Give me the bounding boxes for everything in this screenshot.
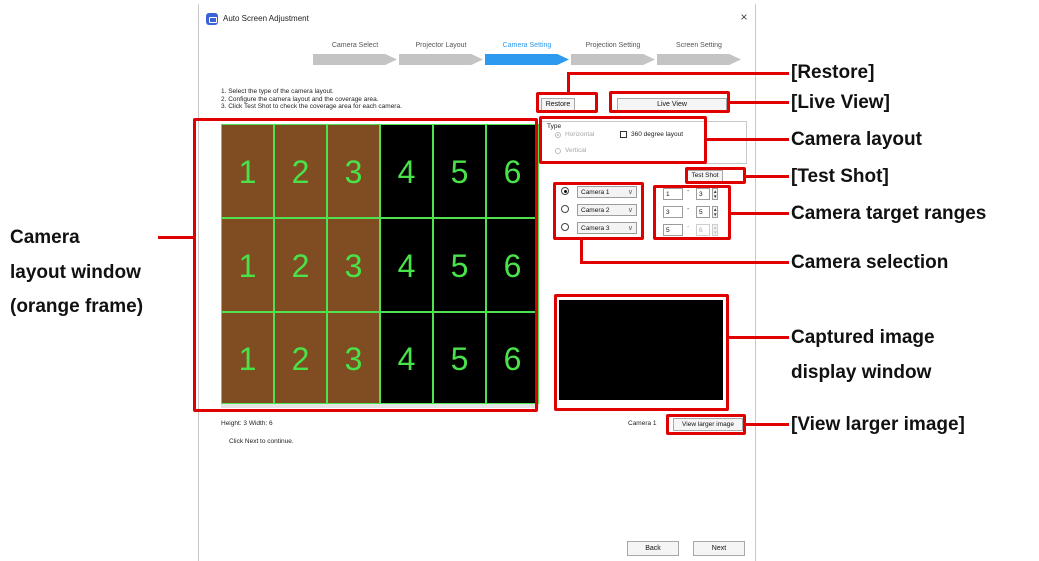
restore-leader xyxy=(567,72,789,75)
step-label: Projection Setting xyxy=(585,42,641,49)
live-view-leader xyxy=(730,101,789,104)
title-bar: Auto Screen Adjustment × xyxy=(199,4,755,32)
back-button[interactable]: Back xyxy=(627,541,679,556)
test-shot-leader xyxy=(746,175,789,178)
close-icon[interactable]: × xyxy=(737,10,751,24)
instruction-line: 1. Select the type of the camera layout. xyxy=(221,88,334,95)
view-larger-callout: [View larger image] xyxy=(791,414,965,435)
restore-leader xyxy=(567,72,570,94)
view-larger-leader xyxy=(746,423,789,426)
step-camera-select: Camera Select xyxy=(313,42,397,65)
layout-window-highlight xyxy=(193,118,538,412)
step-arrow xyxy=(485,54,569,65)
window-title: Auto Screen Adjustment xyxy=(223,14,309,23)
captured-image-leader xyxy=(729,336,789,339)
instructions: 1. Select the type of the camera layout.… xyxy=(221,88,402,111)
captured-image-callout-line1: Captured image xyxy=(791,327,935,348)
step-arrow xyxy=(313,54,397,65)
step-arrow xyxy=(571,54,655,65)
layout-window-callout-line3: (orange frame) xyxy=(10,296,144,317)
layout-window-callout-line2: layout window xyxy=(10,262,141,283)
step-label: Projector Layout xyxy=(415,42,467,49)
camera-layout-leader xyxy=(707,138,789,141)
instruction-line: 3. Click Test Shot to check the coverage… xyxy=(221,103,402,110)
test-shot-callout: [Test Shot] xyxy=(791,166,889,187)
layout-window-leader xyxy=(158,236,193,239)
instruction-line: 2. Configure the camera layout and the c… xyxy=(221,95,379,103)
test-shot-highlight xyxy=(685,167,746,184)
next-button[interactable]: Next xyxy=(693,541,745,556)
view-larger-highlight xyxy=(666,414,746,435)
step-label: Camera Select xyxy=(331,42,379,49)
step-arrow xyxy=(399,54,483,65)
step-label: Camera Setting xyxy=(502,42,552,49)
live-view-callout: [Live View] xyxy=(791,92,890,113)
restore-callout: [Restore] xyxy=(791,62,875,83)
grid-size-info: Height: 3 Width: 6 xyxy=(221,420,273,427)
step-camera-setting: Camera Setting xyxy=(485,42,569,65)
live-view-highlight xyxy=(609,91,730,113)
layout-window-callout-line1: Camera xyxy=(10,227,80,248)
target-ranges-callout: Camera target ranges xyxy=(791,203,987,224)
target-ranges-leader xyxy=(731,212,789,215)
camera-selection-highlight xyxy=(553,182,644,240)
camera-selection-leader xyxy=(580,261,789,264)
step-projector-layout: Projector Layout xyxy=(399,42,483,65)
camera-selection-leader xyxy=(580,240,583,263)
continue-hint: Click Next to continue. xyxy=(229,438,294,445)
step-arrow xyxy=(657,54,741,65)
camera-selection-callout: Camera selection xyxy=(791,252,949,273)
captured-image-highlight xyxy=(554,294,729,411)
step-screen-setting: Screen Setting xyxy=(657,42,741,65)
restore-highlight xyxy=(536,92,598,113)
captured-image-callout-line2: display window xyxy=(791,362,932,383)
step-projection-setting: Projection Setting xyxy=(571,42,655,65)
step-label: Screen Setting xyxy=(676,42,722,49)
camera-layout-highlight xyxy=(539,116,707,164)
camera-layout-callout: Camera layout xyxy=(791,129,922,150)
app-icon xyxy=(206,13,218,25)
target-ranges-highlight xyxy=(653,185,731,240)
captured-camera-label: Camera 1 xyxy=(628,420,657,427)
